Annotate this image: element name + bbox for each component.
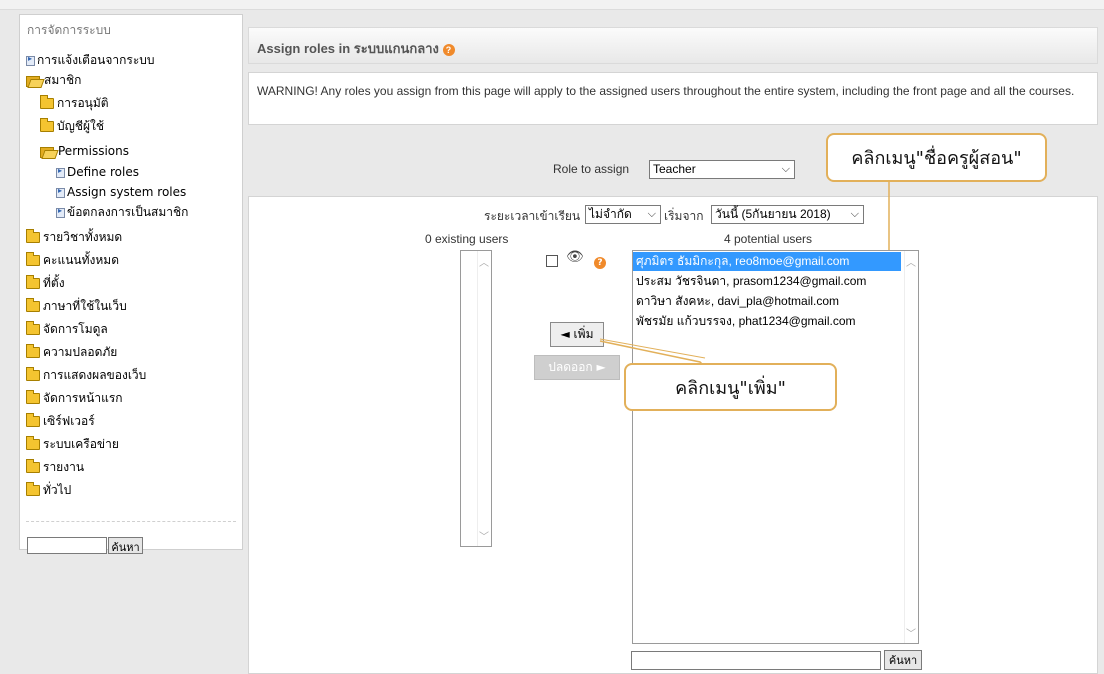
- sidebar-item-define-roles[interactable]: Define roles: [56, 163, 139, 182]
- user-search-input[interactable]: [631, 651, 881, 670]
- admin-sidebar: การจัดการระบบ การแจ้งเตือนจากระบบ สมาชิก…: [19, 14, 243, 554]
- doc-icon: [56, 206, 65, 218]
- sidebar-item-all-courses[interactable]: รายวิชาทั้งหมด: [26, 228, 122, 247]
- folder-open-icon: [26, 75, 41, 87]
- folder-icon: [26, 459, 40, 473]
- chevron-down-icon: ⌵: [850, 208, 859, 220]
- sidebar-item-approval[interactable]: การอนุมัติ: [40, 94, 109, 113]
- sidebar-item-network[interactable]: ระบบเครือข่าย: [26, 435, 119, 454]
- sidebar-item-reports[interactable]: รายงาน: [26, 458, 84, 477]
- sidebar-item-front-page[interactable]: จัดการหน้าแรก: [26, 389, 123, 408]
- sidebar-item-membership-agreement[interactable]: ข้อตกลงการเป็นสมาชิก: [56, 203, 188, 222]
- existing-scrollbar[interactable]: [477, 251, 491, 546]
- folder-icon: [26, 344, 40, 358]
- top-strip: [0, 0, 1104, 10]
- sidebar-item-permissions[interactable]: Permissions: [40, 142, 129, 161]
- role-select-value: Teacher: [653, 162, 696, 176]
- existing-users-heading: 0 existing users: [425, 232, 509, 246]
- eye-icon: 👁: [566, 249, 584, 265]
- folder-icon: [26, 390, 40, 404]
- add-button-callout: คลิกเมนู"เพิ่ม": [624, 363, 837, 411]
- user-search-button[interactable]: ค้นหา: [884, 650, 922, 670]
- warning-box: WARNING! Any roles you assign from this …: [248, 72, 1098, 125]
- role-to-assign-label: Role to assign: [553, 162, 630, 176]
- potential-scrollbar[interactable]: [904, 251, 918, 643]
- enrol-duration-select[interactable]: ไม่จำกัด ⌵: [585, 205, 661, 224]
- remove-button[interactable]: ปลดออก ►: [534, 355, 620, 380]
- folder-icon: [26, 275, 40, 289]
- sidebar-item-modules[interactable]: จัดการโมดูล: [26, 320, 108, 339]
- folder-icon: [26, 321, 40, 335]
- enrol-start-label: เริ่มจาก: [664, 209, 704, 223]
- list-item[interactable]: พัชรมัย แก้วบรรจง, phat1234@gmail.com: [633, 312, 859, 331]
- folder-icon: [26, 367, 40, 381]
- scroll-down-icon[interactable]: ﹀: [906, 625, 916, 640]
- scroll-up-icon[interactable]: ︿: [906, 254, 916, 269]
- list-item[interactable]: ศุภมิตร ธัมมิกะกุล, reo8moe@gmail.com: [633, 252, 901, 271]
- enrol-duration-value: ไม่จำกัด: [589, 207, 632, 221]
- folder-icon: [40, 118, 54, 132]
- add-button[interactable]: ◄ เพิ่ม: [550, 322, 604, 347]
- folder-icon: [26, 229, 40, 243]
- folder-icon: [26, 252, 40, 266]
- doc-icon: [56, 186, 65, 198]
- teacher-name-callout: คลิกเมนู"ชื่อครูผู้สอน": [826, 133, 1047, 182]
- folder-icon: [26, 482, 40, 496]
- enrol-duration-label: ระยะเวลาเข้าเรียน: [484, 209, 581, 223]
- sidebar-search-button[interactable]: ค้นหา: [108, 537, 143, 554]
- role-select[interactable]: Teacher ⌵: [649, 160, 795, 179]
- sidebar-title: การจัดการระบบ: [27, 23, 111, 37]
- sidebar-item-server[interactable]: เซิร์ฟเวอร์: [26, 412, 95, 431]
- warning-text: WARNING! Any roles you assign from this …: [257, 84, 1075, 98]
- enrol-start-select[interactable]: วันนี้ (5กันยายน 2018) ⌵: [711, 205, 864, 224]
- scroll-down-icon[interactable]: ﹀: [479, 528, 489, 543]
- sidebar-item-all-grades[interactable]: คะแนนทั้งหมด: [26, 251, 119, 270]
- folder-icon: [40, 95, 54, 109]
- potential-users-heading: 4 potential users: [724, 232, 813, 246]
- sidebar-search-input[interactable]: [27, 537, 107, 554]
- sidebar-item-members[interactable]: สมาชิก: [26, 71, 81, 90]
- sidebar-item-language[interactable]: ภาษาที่ใช้ในเว็บ: [26, 297, 127, 316]
- chevron-down-icon: ⌵: [647, 208, 656, 220]
- sidebar-item-notifications[interactable]: การแจ้งเตือนจากระบบ: [26, 51, 155, 70]
- list-item[interactable]: ดาวิษา สังคหะ, davi_pla@hotmail.com: [633, 292, 842, 311]
- doc-icon: [26, 54, 35, 66]
- folder-open-icon: [40, 146, 55, 158]
- list-item[interactable]: ประสม วัชรจินดา, prasom1234@gmail.com: [633, 272, 869, 291]
- page-title: Assign roles in ระบบแกนกลาง ?: [257, 38, 455, 59]
- scroll-up-icon[interactable]: ︿: [479, 254, 489, 269]
- show-hidden-checkbox[interactable]: [546, 255, 558, 267]
- folder-icon: [26, 298, 40, 312]
- sidebar-item-location[interactable]: ที่ตั้ง: [26, 274, 65, 293]
- enrol-start-value: วันนี้ (5กันยายน 2018): [715, 207, 831, 221]
- doc-icon: [56, 166, 65, 178]
- existing-users-list[interactable]: ︿ ﹀: [460, 250, 492, 547]
- folder-icon: [26, 413, 40, 427]
- folder-icon: [26, 436, 40, 450]
- page-header: Assign roles in ระบบแกนกลาง ?: [248, 27, 1098, 64]
- sidebar-item-security[interactable]: ความปลอดภัย: [26, 343, 117, 362]
- sidebar-divider: [26, 521, 236, 522]
- sidebar-item-general[interactable]: ทั่วไป: [26, 481, 71, 500]
- sidebar-item-user-accounts[interactable]: บัญชีผู้ใช้: [40, 117, 104, 136]
- potential-users-list[interactable]: ศุภมิตร ธัมมิกะกุล, reo8moe@gmail.com ปร…: [632, 250, 919, 644]
- page-title-text: Assign roles in ระบบแกนกลาง: [257, 41, 439, 56]
- sidebar-item-assign-system-roles[interactable]: Assign system roles: [56, 183, 186, 202]
- sidebar-item-appearance[interactable]: การแสดงผลของเว็บ: [26, 366, 146, 385]
- help-icon[interactable]: ?: [442, 43, 455, 56]
- help-icon[interactable]: ?: [594, 257, 606, 269]
- chevron-down-icon: ⌵: [781, 163, 790, 175]
